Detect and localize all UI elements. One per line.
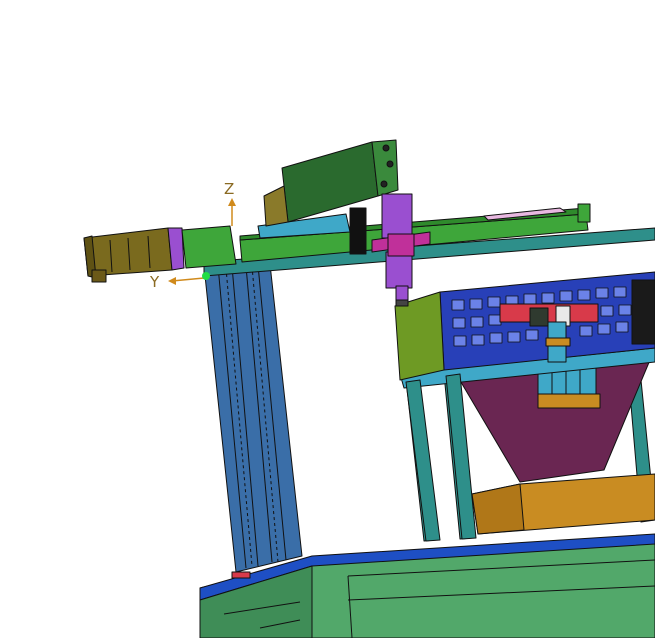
assembly-model[interactable]: Z Y — [0, 0, 655, 638]
collection-bin[interactable] — [471, 473, 655, 535]
cad-viewport[interactable]: Z Y — [0, 0, 655, 638]
y-axis-label: Y — [149, 273, 160, 291]
basket-edge-panel — [631, 279, 655, 345]
y-axis-arrow — [171, 277, 205, 282]
z-axis-label: Z — [224, 180, 234, 198]
vertical-column[interactable] — [203, 263, 303, 573]
triad-origin — [202, 272, 210, 280]
frame-leg-front[interactable] — [405, 373, 477, 542]
